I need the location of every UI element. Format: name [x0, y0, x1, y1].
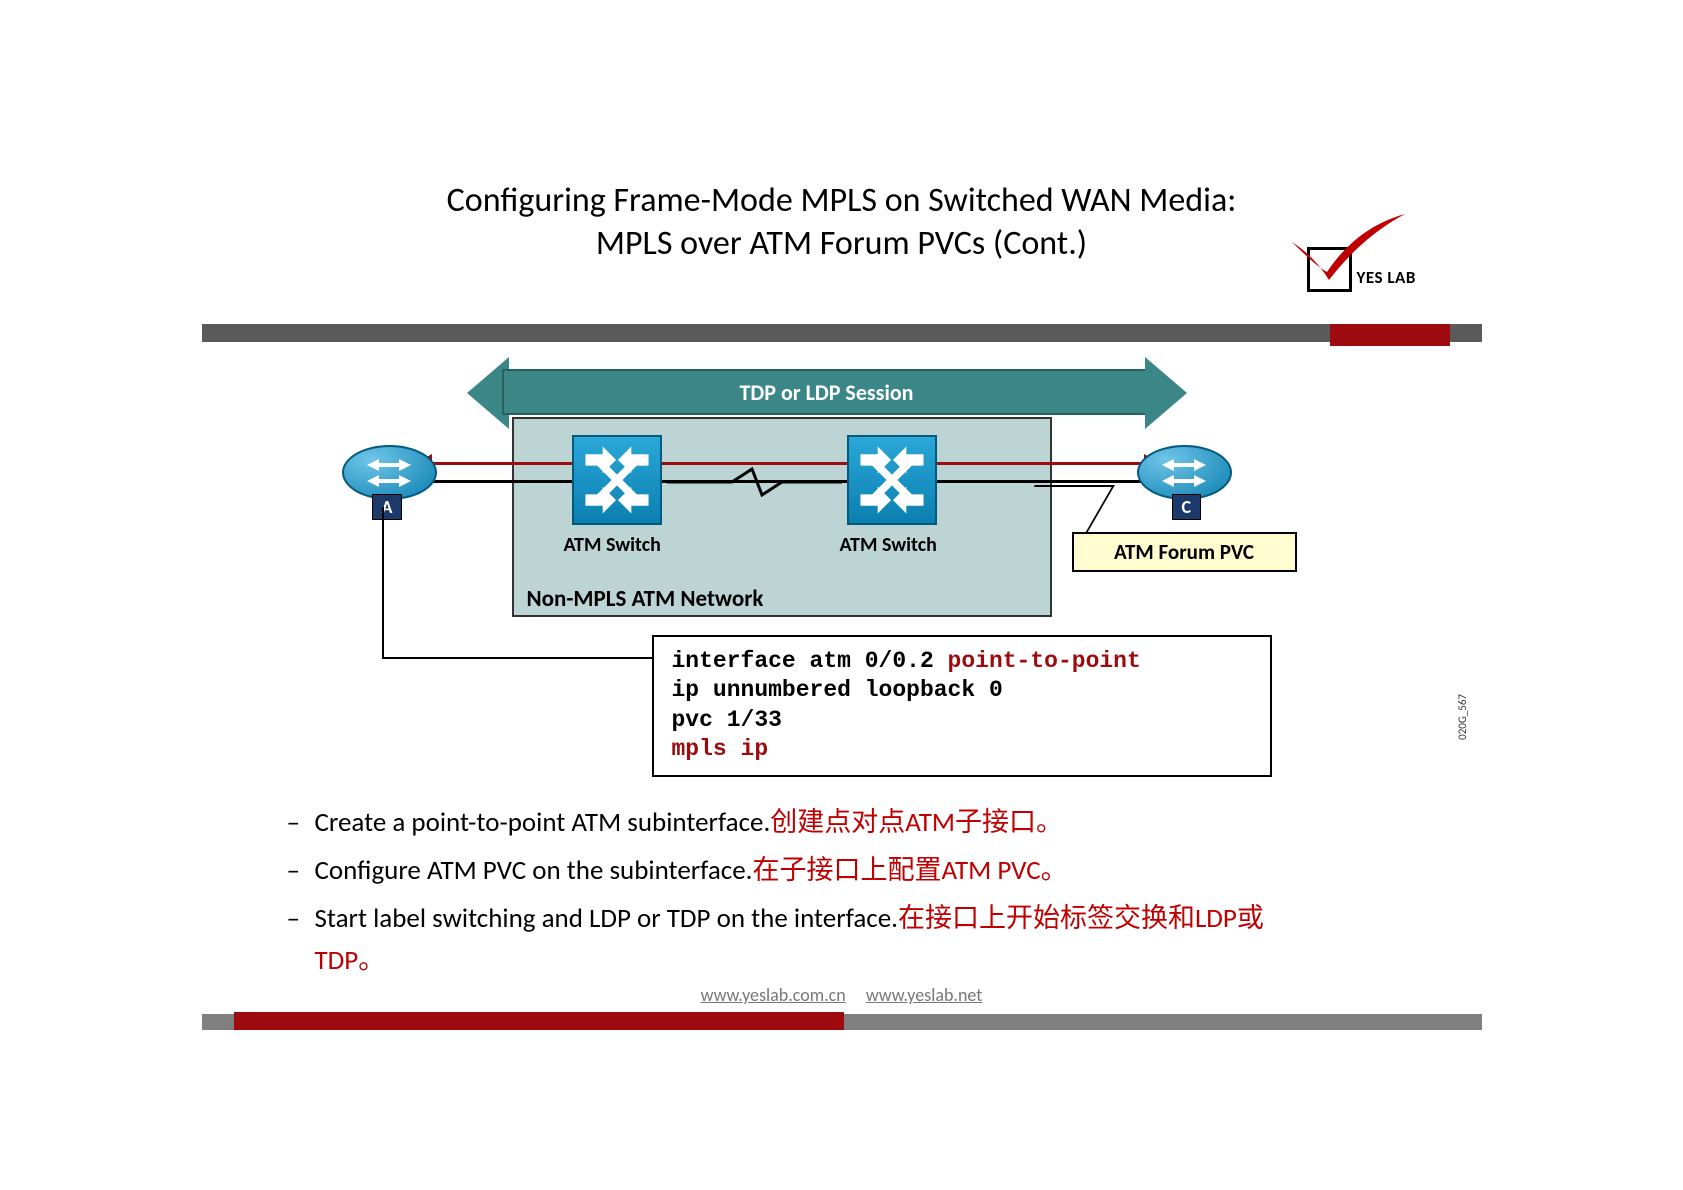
code-line-1: interface atm 0/0.2 point-to-point	[672, 647, 1252, 676]
router-c-label: C	[1172, 494, 1202, 520]
session-label: TDP or LDP Session	[502, 369, 1152, 415]
yeslab-logo: YES LAB	[1267, 212, 1452, 312]
data-path-line	[422, 462, 1152, 465]
session-arrow: TDP or LDP Session	[467, 357, 1187, 427]
pvc-callout: ATM Forum PVC	[1072, 532, 1297, 572]
title-line-2: MPLS over ATM Forum PVCs (Cont.)	[596, 223, 1087, 264]
router-a-icon	[342, 445, 437, 500]
header-bar	[202, 324, 1482, 342]
atm-switch-1-icon	[572, 435, 662, 525]
code-line-2: ip unnumbered loopback 0	[672, 676, 1252, 705]
atm-switch-2-icon	[847, 435, 937, 525]
switch-2-label: ATM Switch	[840, 533, 937, 557]
router-a-label: A	[372, 494, 403, 520]
image-id: 020G_567	[1456, 694, 1469, 740]
footer-link-2[interactable]: www.yeslab.net	[866, 984, 982, 1006]
arrow-right-icon	[1145, 357, 1187, 429]
config-code-block: interface atm 0/0.2 point-to-point ip un…	[652, 635, 1272, 777]
bullet-list: Create a point-to-point ATM subinterface…	[287, 802, 1307, 987]
header-accent	[1330, 324, 1450, 346]
callout-code-line-h	[382, 657, 652, 659]
logo-text: YES LAB	[1357, 267, 1416, 288]
footer-link-1[interactable]: www.yeslab.com.cn	[701, 984, 846, 1006]
title-line-1: Configuring Frame-Mode MPLS on Switched …	[447, 180, 1237, 221]
footer-accent	[234, 1012, 844, 1030]
code-line-4: mpls ip	[672, 735, 1252, 764]
bullet-2: Configure ATM PVC on the subinterface.在子…	[287, 850, 1307, 892]
callout-code-line	[382, 507, 384, 657]
bullet-1: Create a point-to-point ATM subinterface…	[287, 802, 1307, 844]
network-label: Non-MPLS ATM Network	[527, 585, 764, 613]
network-diagram: TDP or LDP Session A C ATM Switch ATM Sw…	[272, 347, 1272, 787]
switch-1-label: ATM Switch	[564, 533, 661, 557]
bullet-3: Start label switching and LDP or TDP on …	[287, 898, 1307, 982]
footer-links: www.yeslab.com.cn www.yeslab.net	[202, 984, 1482, 1006]
wan-link-icon	[667, 467, 842, 497]
code-line-3: pvc 1/33	[672, 706, 1252, 735]
router-c-icon	[1137, 445, 1232, 500]
